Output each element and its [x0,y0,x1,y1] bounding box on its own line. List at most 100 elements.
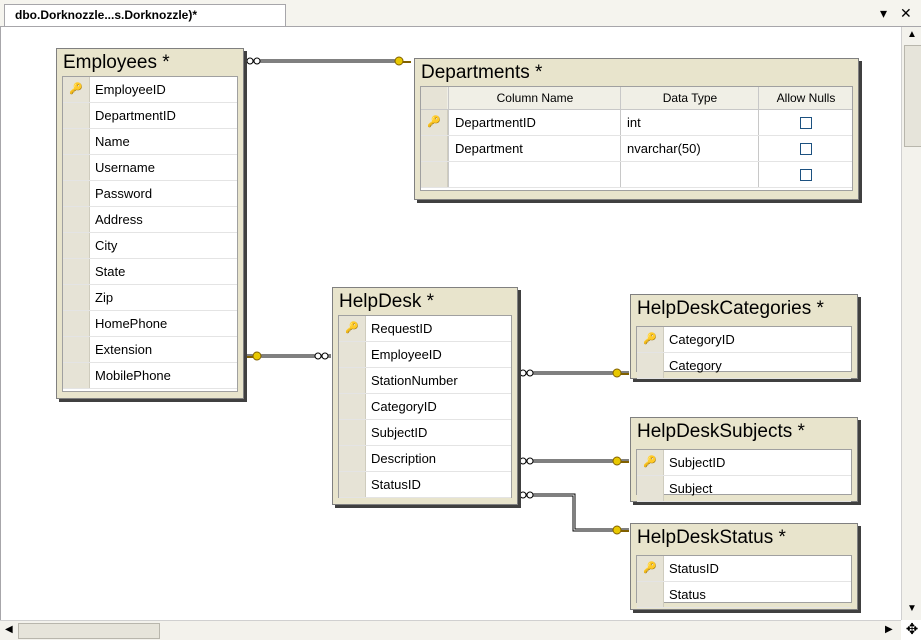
table-departments[interactable]: Departments * Column Name Data Type Allo… [414,58,859,200]
checkbox-icon[interactable] [800,143,812,155]
column-row[interactable]: Name [63,129,237,155]
column-row[interactable]: 🔑 SubjectID [637,450,851,476]
cell-column-name[interactable] [448,162,621,187]
relationship-employees-helpdesk[interactable] [244,351,331,361]
column-name: RequestID [371,321,433,336]
table-helpdesk[interactable]: HelpDesk * 🔑 RequestID EmployeeID StationNu… [332,287,518,505]
row-selector[interactable] [63,285,90,310]
relationship-employees-departments[interactable] [244,56,411,66]
column-row[interactable]: State [63,259,237,285]
row-selector[interactable] [339,394,366,419]
row-selector[interactable] [421,162,448,187]
vertical-scrollbar[interactable]: ▲ ▼ [901,27,921,620]
header-allow-nulls[interactable]: Allow Nulls [758,87,853,109]
row-selector[interactable] [63,259,90,284]
column-row[interactable]: Subject [637,476,851,502]
column-row[interactable]: MobilePhone [63,363,237,389]
checkbox-icon[interactable] [800,117,812,129]
table-employees[interactable]: Employees * 🔑 EmployeeID DepartmentID Name U… [56,48,244,399]
document-tab[interactable]: dbo.Dorknozzle...s.Dorknozzle)* [4,4,286,26]
row-selector[interactable] [637,476,664,501]
row-selector[interactable] [63,311,90,336]
checkbox-icon[interactable] [800,169,812,181]
table-helpdesk-subjects[interactable]: HelpDeskSubjects * 🔑 SubjectID Subject [630,417,858,502]
header-column-name[interactable]: Column Name [448,87,621,109]
table-title: HelpDesk * [339,291,435,312]
column-row[interactable]: EmployeeID [339,342,511,368]
row-selector[interactable] [63,129,90,154]
row-selector[interactable] [339,368,366,393]
tab-dropdown-icon[interactable]: ▾ [880,5,887,22]
column-row[interactable]: DepartmentID [63,103,237,129]
column-row[interactable]: Description [339,446,511,472]
column-list: 🔑 EmployeeID DepartmentID Name Username Passw… [62,76,238,392]
horizontal-scrollbar[interactable]: ◀ ▶ [0,620,901,640]
row-selector[interactable] [339,446,366,471]
column-row[interactable]: CategoryID [339,394,511,420]
table-helpdesk-categories[interactable]: HelpDeskCategories * 🔑 CategoryID Category [630,294,858,379]
row-selector[interactable] [63,233,90,258]
horizontal-scroll-thumb[interactable] [18,623,160,639]
diagram-canvas[interactable]: Employees * 🔑 EmployeeID DepartmentID Name U… [0,27,901,620]
column-row[interactable]: City [63,233,237,259]
cell-data-type[interactable]: nvarchar(50) [620,136,759,161]
column-name: SubjectID [669,455,726,470]
key-icon: 🔑 [69,83,83,95]
grid-row[interactable]: 🔑 DepartmentID int [421,110,852,136]
row-selector[interactable] [421,136,448,161]
key-icon: 🔑 [643,456,657,468]
row-selector[interactable] [637,353,664,378]
column-row[interactable]: StationNumber [339,368,511,394]
cell-data-type[interactable]: int [620,110,759,135]
column-row[interactable]: Address [63,207,237,233]
column-row[interactable]: Username [63,155,237,181]
column-name: Category [669,358,722,373]
row-selector[interactable] [339,342,366,367]
scroll-left-icon[interactable]: ◀ [5,624,13,635]
column-grid: Column Name Data Type Allow Nulls 🔑 Depar… [420,86,853,191]
relationship-helpdesk-subjects[interactable] [517,456,629,466]
row-selector[interactable] [637,582,664,607]
column-row[interactable]: 🔑 EmployeeID [63,77,237,103]
column-row[interactable]: SubjectID [339,420,511,446]
row-selector[interactable] [63,207,90,232]
column-row[interactable]: 🔑 StatusID [637,556,851,582]
cell-allow-nulls [758,162,853,187]
pan-icon[interactable]: ✥ [903,621,921,639]
table-title: HelpDeskSubjects * [637,421,805,442]
row-selector[interactable] [63,155,90,180]
column-row[interactable]: Status [637,582,851,608]
column-row[interactable]: Extension [63,337,237,363]
scroll-right-icon[interactable]: ▶ [885,624,893,635]
table-helpdesk-status[interactable]: HelpDeskStatus * 🔑 StatusID Status [630,523,858,610]
row-selector[interactable] [63,181,90,206]
cell-data-type[interactable] [620,162,759,187]
relationship-helpdesk-status[interactable] [517,491,629,535]
column-row[interactable]: Zip [63,285,237,311]
row-selector[interactable] [63,363,90,388]
column-name: City [95,238,118,253]
row-selector[interactable] [339,472,366,497]
row-selector[interactable] [63,337,90,362]
relationship-helpdesk-categories[interactable] [517,368,629,378]
table-title: HelpDeskCategories * [637,298,824,319]
vertical-scroll-thumb[interactable] [904,45,921,147]
column-row[interactable]: 🔑 CategoryID [637,327,851,353]
scroll-down-icon[interactable]: ▼ [907,603,917,614]
row-selector[interactable] [339,420,366,445]
row-selector[interactable] [63,103,90,128]
cell-allow-nulls [758,136,853,161]
column-row[interactable]: Category [637,353,851,379]
close-icon[interactable]: ✕ [900,5,912,22]
column-row[interactable]: HomePhone [63,311,237,337]
column-row[interactable]: 🔑 RequestID [339,316,511,342]
header-data-type[interactable]: Data Type [620,87,759,109]
grid-row[interactable] [421,162,852,188]
grid-row[interactable]: Department nvarchar(50) [421,136,852,162]
cell-column-name[interactable]: Department [448,136,621,161]
cell-column-name[interactable]: DepartmentID [448,110,621,135]
scroll-up-icon[interactable]: ▲ [907,29,917,40]
column-row[interactable]: Password [63,181,237,207]
column-row[interactable]: StatusID [339,472,511,498]
row-selector-header [421,87,447,109]
